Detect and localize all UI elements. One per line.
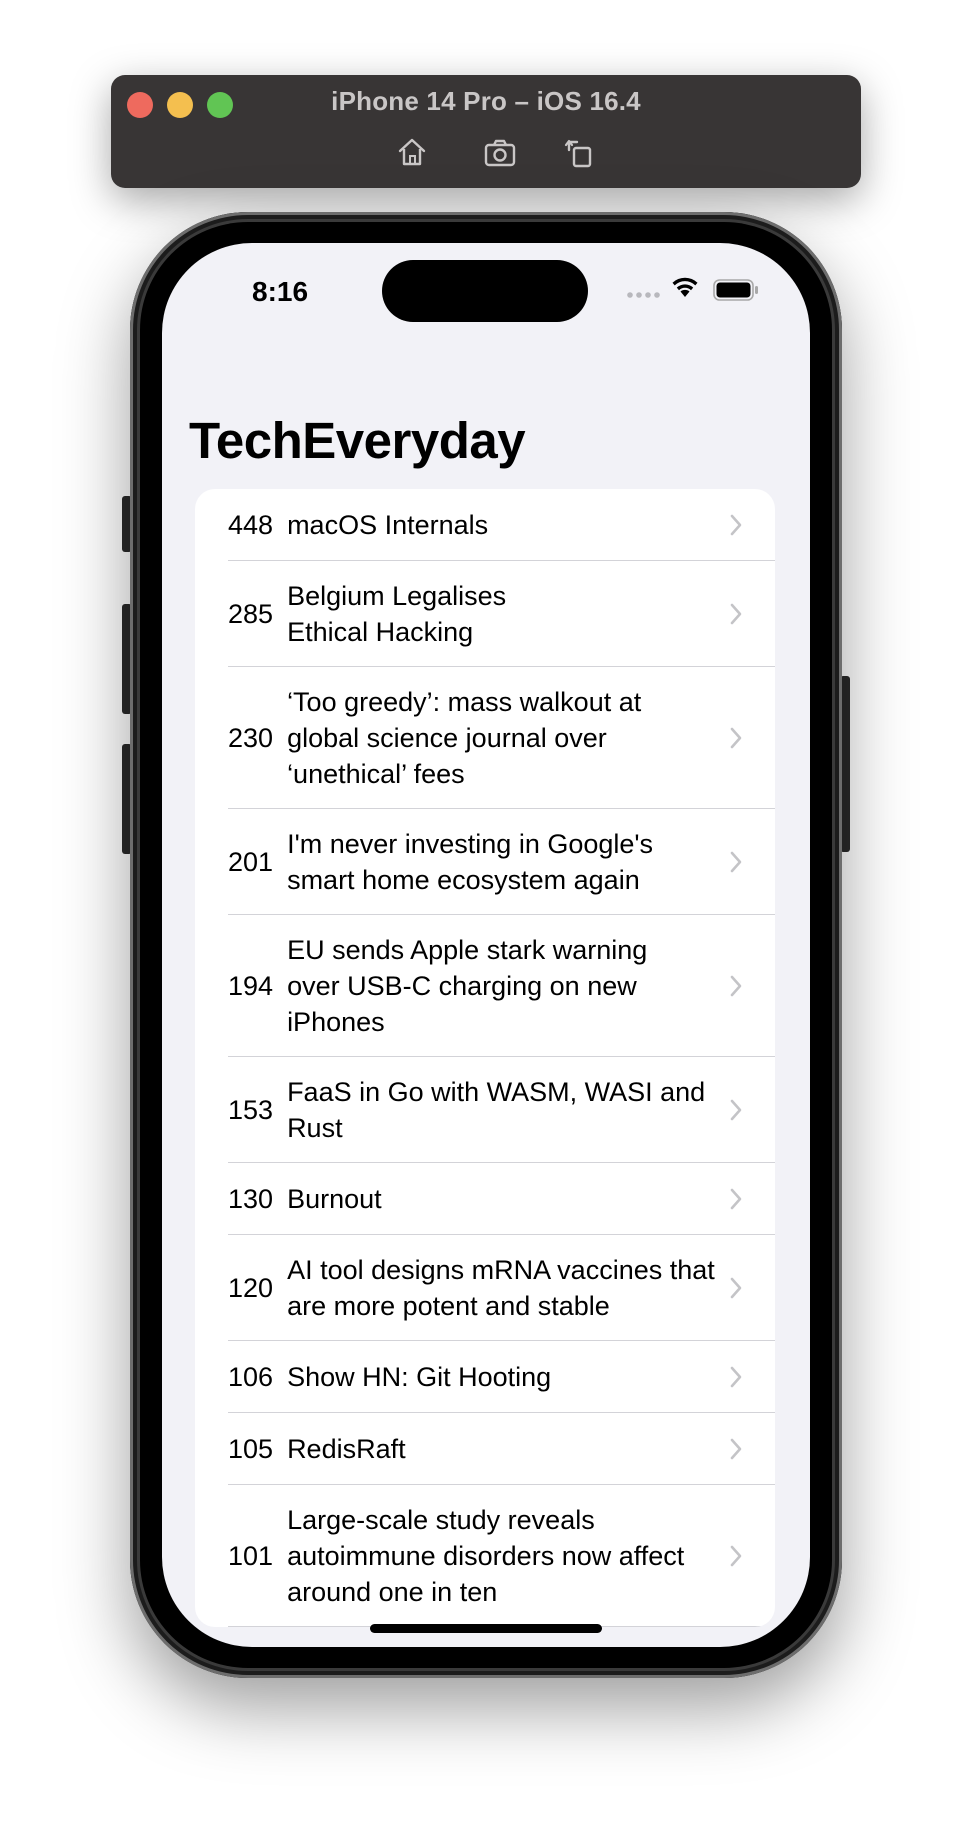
story-row[interactable]: 120 AI tool designs mRNA vaccines that a… bbox=[195, 1235, 775, 1341]
story-row[interactable]: 153 FaaS in Go with WASM, WASI and Rust bbox=[195, 1057, 775, 1163]
chevron-right-icon bbox=[730, 514, 742, 536]
story-row[interactable]: 106 Show HN: Git Hooting bbox=[195, 1341, 775, 1413]
chevron-right-icon bbox=[730, 727, 742, 749]
chevron-right-icon bbox=[730, 1277, 742, 1299]
story-row[interactable]: 194 EU sends Apple stark warning over US… bbox=[195, 915, 775, 1057]
story-list: 448 macOS Internals 285 Belgium Legalise… bbox=[195, 489, 775, 1627]
phone-screen: 8:16 TechEveryday 448 macOS Internals 28… bbox=[162, 243, 810, 1647]
simulator-title: iPhone 14 Pro – iOS 16.4 bbox=[331, 86, 641, 116]
story-score: 201 bbox=[228, 846, 274, 877]
chevron-right-icon bbox=[730, 1438, 742, 1460]
story-title: macOS Internals bbox=[287, 510, 489, 540]
page-title: TechEveryday bbox=[189, 412, 526, 469]
status-time: 8:16 bbox=[252, 276, 309, 307]
story-score: 130 bbox=[228, 1183, 274, 1214]
battery-icon bbox=[713, 279, 758, 301]
wifi-icon bbox=[672, 277, 698, 297]
chevron-right-icon bbox=[730, 1545, 742, 1567]
home-indicator[interactable] bbox=[370, 1624, 602, 1633]
dynamic-island bbox=[382, 260, 588, 322]
chevron-right-icon bbox=[730, 1099, 742, 1121]
story-score: 120 bbox=[228, 1272, 274, 1303]
signal-icon bbox=[627, 292, 660, 298]
chevron-right-icon bbox=[730, 975, 742, 997]
chevron-right-icon bbox=[730, 1188, 742, 1210]
chevron-right-icon bbox=[730, 851, 742, 873]
story-title: Show HN: Git Hooting bbox=[287, 1362, 552, 1392]
chevron-right-icon bbox=[730, 1366, 742, 1388]
home-icon[interactable] bbox=[395, 136, 429, 168]
story-title: Burnout bbox=[287, 1184, 382, 1214]
screenshot-icon[interactable] bbox=[483, 136, 517, 168]
story-score: 101 bbox=[228, 1540, 274, 1571]
story-row[interactable]: 101 Large-scale study reveals autoimmune… bbox=[195, 1485, 775, 1627]
story-score: 230 bbox=[228, 722, 274, 753]
story-title: Large-scale study reveals autoimmune dis… bbox=[287, 1505, 685, 1607]
story-score: 194 bbox=[228, 970, 274, 1001]
story-row[interactable]: 130 Burnout bbox=[195, 1163, 775, 1235]
story-title: FaaS in Go with WASM, WASI and Rust bbox=[287, 1077, 706, 1143]
story-title: ‘Too greedy’: mass walkout at global sci… bbox=[287, 687, 642, 789]
story-score: 285 bbox=[228, 598, 274, 629]
story-row[interactable]: 230 ‘Too greedy’: mass walkout at global… bbox=[195, 667, 775, 809]
story-score: 153 bbox=[228, 1094, 274, 1125]
story-title: Belgium Legalises Ethical Hacking bbox=[287, 581, 507, 647]
story-row[interactable]: 285 Belgium Legalises Ethical Hacking bbox=[195, 561, 775, 667]
rotate-icon[interactable] bbox=[563, 136, 597, 168]
story-score: 448 bbox=[228, 509, 274, 540]
story-row[interactable]: 105 RedisRaft bbox=[195, 1413, 775, 1485]
story-row[interactable]: 201 I'm never investing in Google's smar… bbox=[195, 809, 775, 915]
chevron-right-icon bbox=[730, 603, 742, 625]
story-title: AI tool designs mRNA vaccines that are m… bbox=[287, 1255, 715, 1321]
story-title: EU sends Apple stark warning over USB-C … bbox=[287, 935, 648, 1037]
story-score: 106 bbox=[228, 1361, 274, 1392]
story-title: I'm never investing in Google's smart ho… bbox=[287, 829, 654, 895]
story-row[interactable]: 448 macOS Internals bbox=[195, 489, 775, 561]
story-score: 105 bbox=[228, 1433, 274, 1464]
story-title: RedisRaft bbox=[287, 1434, 406, 1464]
